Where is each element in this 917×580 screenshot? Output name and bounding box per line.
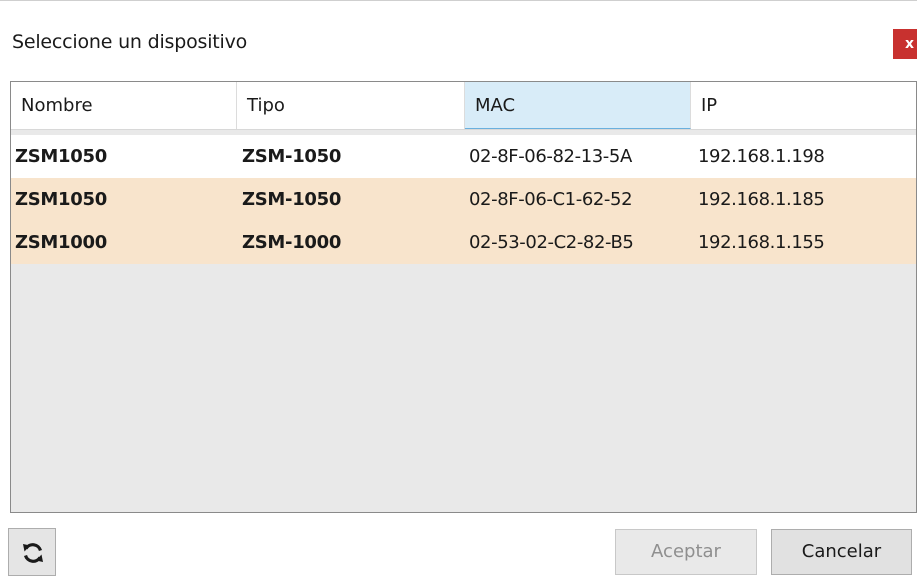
close-button[interactable]: x: [893, 29, 917, 59]
device-table: Nombre Tipo MAC IP ZSM1050 ZSM-1050 02-8…: [10, 81, 917, 513]
cell-tipo: ZSM-1000: [242, 232, 342, 253]
table-row[interactable]: ZSM1000 ZSM-1000 02-53-02-C2-82-B5 192.1…: [11, 221, 916, 264]
accept-button[interactable]: Aceptar: [615, 529, 757, 575]
table-row[interactable]: ZSM1050 ZSM-1050 02-8F-06-82-13-5A 192.1…: [11, 135, 916, 178]
cancel-button[interactable]: Cancelar: [771, 529, 912, 575]
refresh-icon: [23, 543, 43, 563]
cell-nombre: ZSM1000: [15, 232, 107, 253]
table-row[interactable]: ZSM1050 ZSM-1050 02-8F-06-C1-62-52 192.1…: [11, 178, 916, 221]
refresh-button[interactable]: [8, 528, 56, 576]
cell-nombre: ZSM1050: [15, 189, 107, 210]
cell-nombre: ZSM1050: [15, 146, 107, 167]
cell-ip: 192.168.1.155: [698, 232, 825, 253]
dialog-title: Seleccione un dispositivo: [12, 31, 248, 53]
cell-mac: 02-53-02-C2-82-B5: [469, 232, 634, 253]
column-header-nombre[interactable]: Nombre: [11, 82, 237, 129]
table-header: Nombre Tipo MAC IP: [11, 82, 916, 130]
cell-ip: 192.168.1.198: [698, 146, 825, 167]
cell-ip: 192.168.1.185: [698, 189, 825, 210]
cell-mac: 02-8F-06-82-13-5A: [469, 146, 632, 167]
cell-tipo: ZSM-1050: [242, 146, 342, 167]
cell-tipo: ZSM-1050: [242, 189, 342, 210]
device-select-dialog: Seleccione un dispositivo x Nombre Tipo …: [0, 0, 917, 580]
cell-mac: 02-8F-06-C1-62-52: [469, 189, 633, 210]
column-header-tipo[interactable]: Tipo: [237, 82, 465, 129]
column-header-ip[interactable]: IP: [691, 82, 916, 129]
column-header-mac[interactable]: MAC: [465, 82, 691, 129]
